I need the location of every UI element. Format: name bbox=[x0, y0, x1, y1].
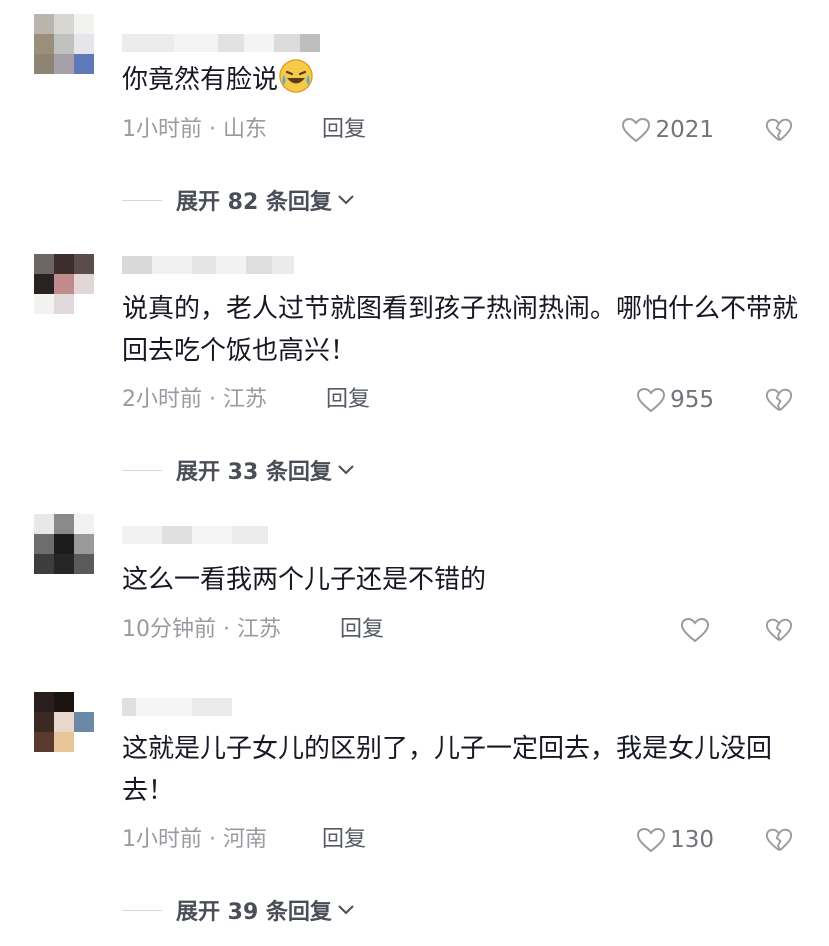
like-button[interactable]: 2021 bbox=[621, 115, 714, 145]
like-count: 130 bbox=[670, 827, 714, 853]
username-blurred[interactable] bbox=[122, 256, 294, 274]
broken-heart-icon bbox=[765, 618, 793, 641]
comment-time: 1小时前 bbox=[122, 117, 202, 142]
comment-item: 你竟然有脸说 1小时前 · 山东 回复 2021 展开 82 条回复 bbox=[0, 0, 829, 230]
like-button[interactable]: 130 bbox=[636, 825, 714, 855]
dislike-button[interactable] bbox=[765, 385, 795, 415]
broken-heart-icon bbox=[765, 388, 793, 411]
like-count: 955 bbox=[670, 387, 714, 413]
comment-location: 江苏 bbox=[237, 617, 282, 642]
comment-text: 这么一看我两个儿子还是不错的 bbox=[122, 565, 487, 595]
broken-heart-icon bbox=[765, 828, 793, 851]
comment-item: 说真的，老人过节就图看到孩子热闹热闹。哪怕什么不带就回去吃个饭也高兴！ 2小时前… bbox=[0, 240, 829, 500]
comment-meta: 1小时前 · 河南 bbox=[122, 825, 267, 855]
expand-replies[interactable]: 展开 82 条回复 bbox=[122, 185, 356, 215]
divider-line bbox=[122, 909, 162, 911]
comment-location: 山东 bbox=[223, 117, 268, 142]
broken-heart-icon bbox=[765, 118, 793, 141]
meta-separator: · bbox=[209, 387, 216, 412]
heart-icon bbox=[622, 117, 651, 143]
comment-text: 你竟然有脸说 bbox=[122, 58, 802, 101]
comment-time: 1小时前 bbox=[122, 827, 202, 852]
comment-location: 江苏 bbox=[223, 387, 268, 412]
avatar[interactable] bbox=[34, 514, 94, 594]
expand-replies[interactable]: 展开 33 条回复 bbox=[122, 455, 356, 485]
avatar[interactable] bbox=[34, 14, 94, 94]
meta-separator: · bbox=[209, 827, 216, 852]
chevron-down-icon bbox=[338, 905, 354, 915]
chevron-down-icon bbox=[338, 195, 354, 205]
comment-meta: 2小时前 · 江苏 bbox=[122, 385, 267, 415]
reply-button[interactable]: 回复 bbox=[322, 115, 366, 145]
expand-replies-label: 展开 39 条回复 bbox=[176, 900, 332, 925]
heart-icon bbox=[637, 387, 666, 413]
chevron-down-icon bbox=[338, 465, 354, 475]
comment-meta: 10分钟前 · 江苏 bbox=[122, 615, 281, 645]
dislike-button[interactable] bbox=[765, 615, 795, 645]
username-blurred[interactable] bbox=[122, 698, 232, 716]
divider-line bbox=[122, 469, 162, 471]
dislike-button[interactable] bbox=[765, 825, 795, 855]
meta-separator: · bbox=[223, 617, 230, 642]
dislike-button[interactable] bbox=[765, 115, 795, 145]
comment-time: 2小时前 bbox=[122, 387, 202, 412]
heart-icon bbox=[680, 617, 710, 643]
reply-button[interactable]: 回复 bbox=[340, 615, 384, 645]
like-button[interactable] bbox=[680, 615, 714, 645]
divider-line bbox=[122, 199, 162, 201]
comment-text: 说真的，老人过节就图看到孩子热闹热闹。哪怕什么不带就回去吃个饭也高兴！ bbox=[122, 294, 799, 366]
reply-button[interactable]: 回复 bbox=[322, 825, 366, 855]
comment-location: 河南 bbox=[223, 827, 268, 852]
expand-replies-label: 展开 33 条回复 bbox=[176, 460, 332, 485]
laughing-crying-emoji-icon bbox=[279, 59, 313, 93]
comment-time: 10分钟前 bbox=[122, 617, 216, 642]
username-blurred[interactable] bbox=[122, 526, 268, 544]
avatar[interactable] bbox=[34, 254, 94, 334]
avatar[interactable] bbox=[34, 692, 94, 772]
comment-meta: 1小时前 · 山东 bbox=[122, 115, 267, 145]
username-blurred[interactable] bbox=[122, 34, 320, 52]
like-button[interactable]: 955 bbox=[636, 385, 714, 415]
like-count: 2021 bbox=[655, 117, 714, 143]
reply-button[interactable]: 回复 bbox=[326, 385, 370, 415]
comment-item: 这就是儿子女儿的区别了，儿子一定回去，我是女儿没回去！ 1小时前 · 河南 回复… bbox=[0, 690, 829, 946]
expand-replies-label: 展开 82 条回复 bbox=[176, 190, 332, 215]
expand-replies[interactable]: 展开 39 条回复 bbox=[122, 895, 356, 925]
meta-separator: · bbox=[209, 117, 216, 142]
comment-text: 这就是儿子女儿的区别了，儿子一定回去，我是女儿没回去！ bbox=[122, 734, 773, 806]
heart-icon bbox=[637, 827, 666, 853]
comment-item: 这么一看我两个儿子还是不错的 10分钟前 · 江苏 回复 bbox=[0, 510, 829, 660]
